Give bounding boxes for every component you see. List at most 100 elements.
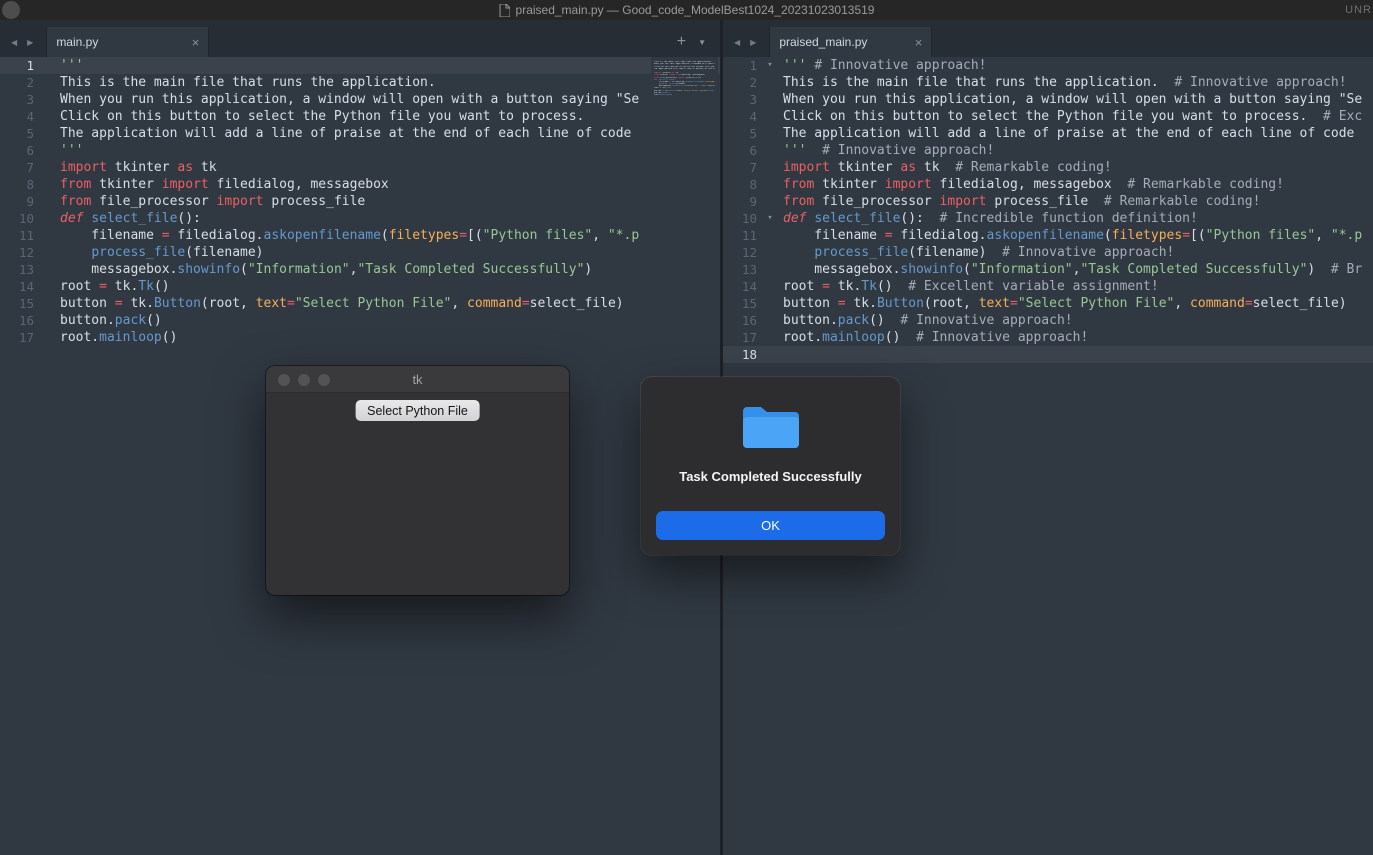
line-number: 16 xyxy=(0,312,34,329)
code-line[interactable]: 5The application will add a line of prai… xyxy=(723,125,1373,142)
code-line[interactable]: 14root = tk.Tk() xyxy=(0,278,720,295)
ok-button[interactable]: OK xyxy=(656,511,885,540)
code-text: def select_file(): xyxy=(60,210,201,227)
select-python-file-button[interactable]: Select Python File xyxy=(355,400,480,421)
window-title-text: praised_main.py — Good_code_ModelBest102… xyxy=(516,3,875,17)
code-line[interactable]: 13 messagebox.showinfo("Information","Ta… xyxy=(0,261,720,278)
window-title: praised_main.py — Good_code_ModelBest102… xyxy=(499,0,875,20)
code-line[interactable]: 10def select_file(): xyxy=(0,210,720,227)
code-line[interactable]: 15button = tk.Button(root, text="Select … xyxy=(723,295,1373,312)
tk-window-body: Select Python File xyxy=(266,393,569,595)
code-line[interactable]: 15button = tk.Button(root, text="Select … xyxy=(0,295,720,312)
code-line[interactable]: 12 process_file(filename) # Innovative a… xyxy=(723,244,1373,261)
minimize-traffic-light[interactable] xyxy=(298,374,310,386)
line-number: 18 xyxy=(723,346,757,363)
code-text: button.pack() xyxy=(60,312,162,329)
code-line[interactable]: 9from file_processor import process_file xyxy=(0,193,720,210)
fold-arrow-icon[interactable]: ▾ xyxy=(757,210,783,227)
code-line[interactable]: 13 messagebox.showinfo("Information","Ta… xyxy=(723,261,1373,278)
new-tab-button[interactable]: + xyxy=(677,34,686,50)
code-line[interactable]: 11 filename = filedialog.askopenfilename… xyxy=(723,227,1373,244)
code-line[interactable]: 1''' xyxy=(0,57,720,74)
close-traffic-light[interactable] xyxy=(278,374,290,386)
fold-gutter xyxy=(757,125,783,142)
code-line[interactable]: 17root.mainloop() xyxy=(0,329,720,346)
tab-praised-main-py[interactable]: praised_main.py × xyxy=(769,27,932,57)
tk-titlebar[interactable]: tk xyxy=(266,366,569,393)
code-line[interactable]: 5The application will add a line of prai… xyxy=(0,125,720,142)
code-line[interactable]: 16 button.pack() xyxy=(0,312,720,329)
history-forward-button[interactable]: ▶ xyxy=(745,27,761,57)
code-text: The application will add a line of prais… xyxy=(783,125,1354,142)
line-number: 12 xyxy=(0,244,34,261)
titlebar: praised_main.py — Good_code_ModelBest102… xyxy=(0,0,1373,20)
code-line[interactable]: 2This is the main file that runs the app… xyxy=(723,74,1373,91)
line-number: 2 xyxy=(723,74,757,91)
code-line[interactable]: 6''' xyxy=(0,142,720,159)
zoom-traffic-light[interactable] xyxy=(318,374,330,386)
code-text: The application will add a line of prais… xyxy=(60,125,631,142)
fold-arrow-icon[interactable]: ▾ xyxy=(757,57,783,74)
code-text: ''' xyxy=(60,57,83,74)
code-line[interactable]: 8from tkinter import filedialog, message… xyxy=(723,176,1373,193)
code-line[interactable]: 9from file_processor import process_file… xyxy=(723,193,1373,210)
fold-gutter xyxy=(34,329,60,346)
code-line[interactable]: 10▾def select_file(): # Incredible funct… xyxy=(723,210,1373,227)
fold-gutter xyxy=(34,278,60,295)
line-number: 6 xyxy=(723,142,757,159)
code-line[interactable]: 18 xyxy=(723,346,1373,363)
code-text: root = tk.Tk() # Excellent variable assi… xyxy=(783,278,1159,295)
tab-label: praised_main.py xyxy=(779,35,908,49)
line-number: 13 xyxy=(723,261,757,278)
code-text: root.mainloop() # Innovative approach! xyxy=(783,329,1088,346)
code-line[interactable]: 1▾''' # Innovative approach! xyxy=(723,57,1373,74)
fold-gutter xyxy=(757,91,783,108)
code-text: root.mainloop() xyxy=(60,329,177,346)
code-text: import tkinter as tk # Remarkable coding… xyxy=(783,159,1112,176)
history-back-button[interactable]: ◀ xyxy=(729,27,745,57)
code-lines: 1'''2This is the main file that runs the… xyxy=(0,57,720,346)
code-text: process_file(filename) # Innovative appr… xyxy=(783,244,1174,261)
code-line[interactable]: 7import tkinter as tk # Remarkable codin… xyxy=(723,159,1373,176)
fold-gutter xyxy=(34,74,60,91)
code-line[interactable]: 7import tkinter as tk xyxy=(0,159,720,176)
document-icon xyxy=(499,4,510,17)
code-text: When you run this application, a window … xyxy=(783,91,1362,108)
tab-overflow-menu-button[interactable]: ▼ xyxy=(698,38,706,47)
minimap[interactable]: '''This is the main file that runs the a… xyxy=(651,57,718,98)
fold-gutter xyxy=(34,261,60,278)
code-line[interactable]: 14root = tk.Tk() # Excellent variable as… xyxy=(723,278,1373,295)
code-line[interactable]: 11 filename = filedialog.askopenfilename… xyxy=(0,227,720,244)
code-line[interactable]: 17root.mainloop() # Innovative approach! xyxy=(723,329,1373,346)
code-line[interactable]: 2This is the main file that runs the app… xyxy=(0,74,720,91)
line-number: 13 xyxy=(0,261,34,278)
history-back-button[interactable]: ◀ xyxy=(6,27,22,57)
fold-gutter xyxy=(34,210,60,227)
code-line[interactable]: 3When you run this application, a window… xyxy=(723,91,1373,108)
code-line[interactable]: 6''' # Innovative approach! xyxy=(723,142,1373,159)
tab-close-icon[interactable]: × xyxy=(186,35,200,50)
code-line[interactable]: 3When you run this application, a window… xyxy=(0,91,720,108)
window-control-button[interactable] xyxy=(2,1,20,19)
tab-main-py[interactable]: main.py × xyxy=(46,27,209,57)
fold-gutter xyxy=(757,176,783,193)
line-number: 1 xyxy=(723,57,757,74)
fold-gutter xyxy=(34,193,60,210)
fold-gutter xyxy=(757,295,783,312)
code-line[interactable]: 4Click on this button to select the Pyth… xyxy=(723,108,1373,125)
code-line[interactable]: 12 process_file(filename) xyxy=(0,244,720,261)
code-text: from tkinter import filedialog, messageb… xyxy=(60,176,389,193)
code-line[interactable]: 4Click on this button to select the Pyth… xyxy=(0,108,720,125)
history-forward-button[interactable]: ▶ xyxy=(22,27,38,57)
code-text: from tkinter import filedialog, messageb… xyxy=(783,176,1284,193)
tab-close-icon[interactable]: × xyxy=(909,35,923,50)
line-number: 9 xyxy=(723,193,757,210)
code-text: messagebox.showinfo("Information","Task … xyxy=(60,261,592,278)
code-text: root = tk.Tk() xyxy=(60,278,170,295)
fold-gutter xyxy=(34,176,60,193)
code-line[interactable]: 16button.pack() # Innovative approach! xyxy=(723,312,1373,329)
fold-gutter xyxy=(757,244,783,261)
code-line[interactable]: 8from tkinter import filedialog, message… xyxy=(0,176,720,193)
tk-window[interactable]: tk Select Python File xyxy=(266,366,569,595)
line-number: 11 xyxy=(0,227,34,244)
